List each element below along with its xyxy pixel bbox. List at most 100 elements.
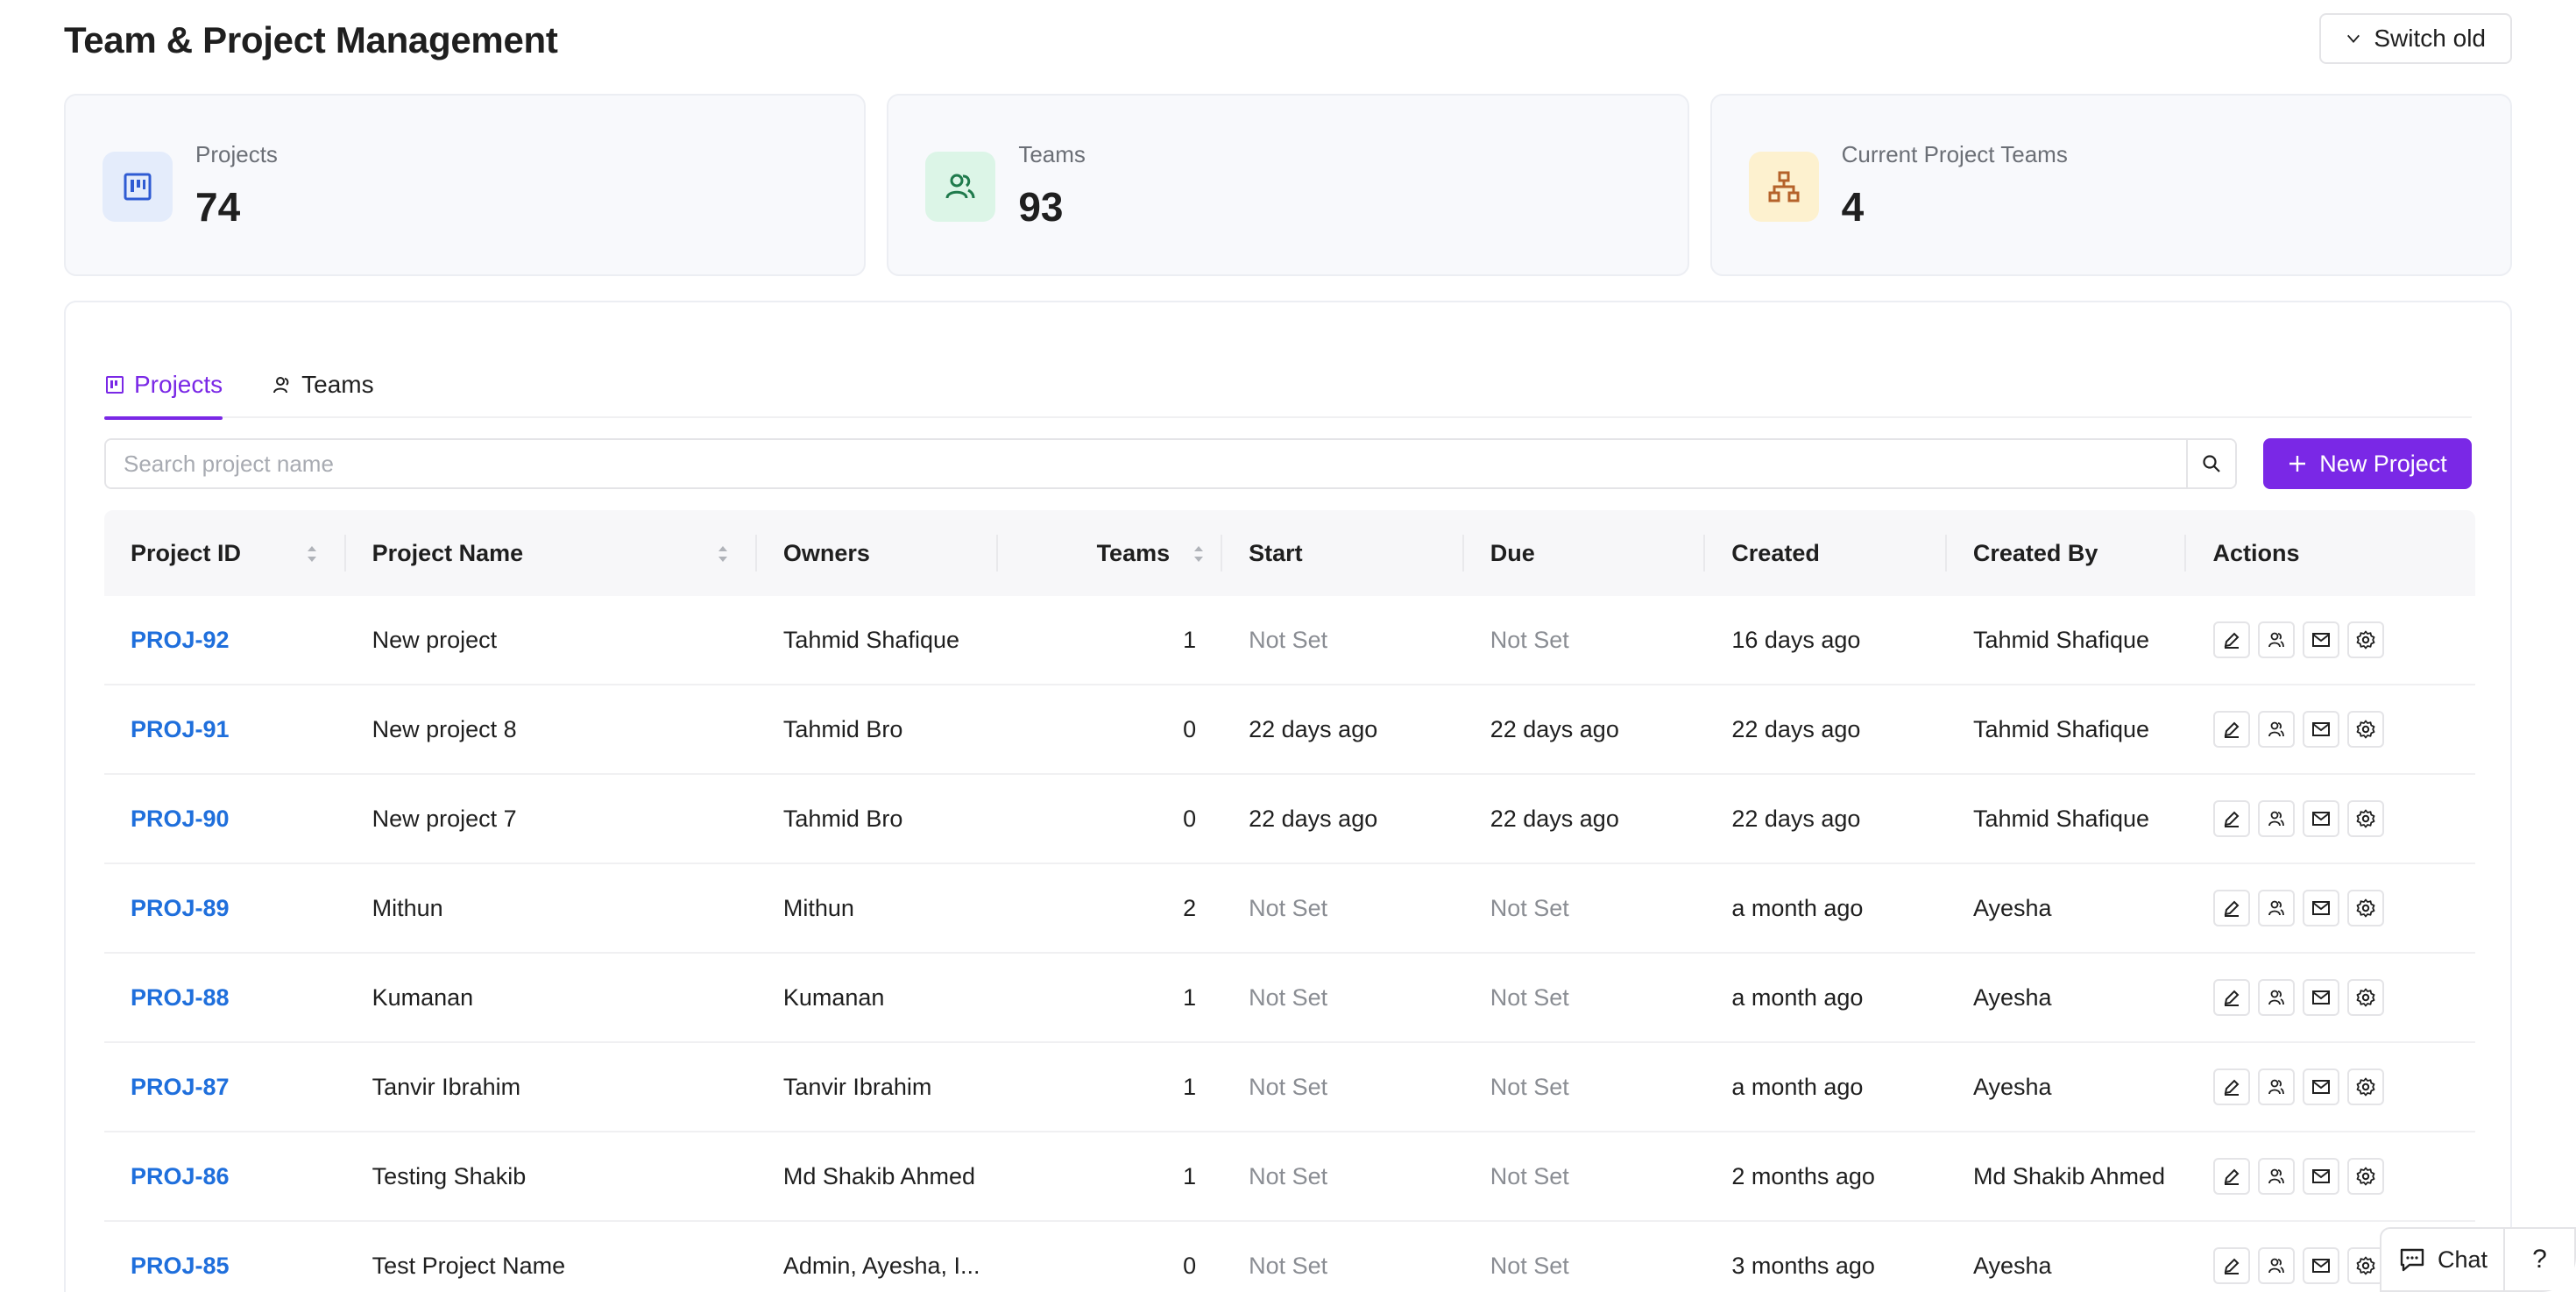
edit-button[interactable] <box>2212 979 2250 1016</box>
new-project-button[interactable]: New Project <box>2263 438 2472 489</box>
project-id-link[interactable]: PROJ-87 <box>104 1074 346 1101</box>
settings-icon <box>2355 1166 2376 1187</box>
project-id-link[interactable]: PROJ-92 <box>104 627 346 654</box>
settings-button[interactable] <box>2346 800 2384 837</box>
project-id-link[interactable]: PROJ-85 <box>104 1253 346 1280</box>
project-id-link[interactable]: PROJ-91 <box>104 716 346 743</box>
project-start: 22 days ago <box>1249 715 1378 742</box>
settings-button[interactable] <box>2346 1068 2384 1105</box>
mail-icon <box>2311 630 2332 650</box>
row-actions <box>2187 890 2476 926</box>
email-button[interactable] <box>2302 979 2339 1016</box>
users-icon <box>2267 988 2286 1007</box>
project-created: 22 days ago <box>1731 805 1861 832</box>
manage-teams-button[interactable] <box>2257 1158 2295 1195</box>
table-row: PROJ-85 Test Project Name Admin, Ayesha, I… <box>104 1222 2475 1292</box>
project-teams-count: 1 <box>1183 626 1197 653</box>
edit-button[interactable] <box>2212 1247 2250 1284</box>
switch-old-button[interactable]: Switch old <box>2319 13 2512 64</box>
mail-icon <box>2311 898 2332 918</box>
stat-label: Teams <box>1018 141 1086 167</box>
search-input[interactable] <box>106 440 2186 487</box>
project-created: a month ago <box>1731 894 1864 921</box>
column-header-created: Created <box>1705 510 1947 596</box>
settings-icon <box>2355 898 2376 919</box>
edit-icon <box>2222 1077 2241 1097</box>
settings-icon <box>2355 719 2376 740</box>
project-start: Not Set <box>1249 1073 1328 1100</box>
manage-teams-button[interactable] <box>2257 1247 2295 1284</box>
project-teams-count: 1 <box>1183 983 1197 1011</box>
settings-button[interactable] <box>2346 890 2384 926</box>
manage-teams-button[interactable] <box>2257 711 2295 748</box>
column-header-created-by: Created By <box>1947 510 2187 596</box>
email-button[interactable] <box>2302 621 2339 658</box>
email-button[interactable] <box>2302 1247 2339 1284</box>
project-id-link[interactable]: PROJ-89 <box>104 895 346 922</box>
help-button[interactable]: ? <box>2505 1245 2574 1274</box>
email-button[interactable] <box>2302 711 2339 748</box>
stat-card-teams: Teams 93 <box>887 94 1689 276</box>
settings-button[interactable] <box>2346 979 2384 1016</box>
manage-teams-button[interactable] <box>2257 979 2295 1016</box>
settings-button[interactable] <box>2346 1158 2384 1195</box>
tab-projects[interactable]: Projects <box>104 351 223 420</box>
row-actions <box>2187 621 2476 658</box>
column-label: Created By <box>1972 539 2098 566</box>
project-owners: Tahmid Bro <box>782 715 903 742</box>
projects-table: Project ID Project Name Owners Teams Sta… <box>104 510 2475 1292</box>
project-id-link[interactable]: PROJ-86 <box>104 1163 346 1190</box>
table-body: PROJ-92 New project Tahmid Shafique 1 Not Se… <box>104 596 2475 1292</box>
project-created: 16 days ago <box>1731 626 1861 653</box>
users-icon <box>2267 720 2286 739</box>
settings-button[interactable] <box>2346 621 2384 658</box>
manage-teams-button[interactable] <box>2257 1068 2295 1105</box>
email-button[interactable] <box>2302 800 2339 837</box>
stat-value: 93 <box>1018 184 1064 230</box>
edit-button[interactable] <box>2212 890 2250 926</box>
search-button[interactable] <box>2186 440 2235 487</box>
edit-button[interactable] <box>2212 711 2250 748</box>
stats-row: Projects 74 Teams 93 Current Project Tea… <box>64 94 2512 276</box>
column-header-teams[interactable]: Teams <box>998 510 1223 596</box>
email-button[interactable] <box>2302 1158 2339 1195</box>
project-teams-count: 1 <box>1183 1073 1197 1100</box>
edit-button[interactable] <box>2212 800 2250 837</box>
email-button[interactable] <box>2302 890 2339 926</box>
edit-button[interactable] <box>2212 1068 2250 1105</box>
tab-teams[interactable]: Teams <box>272 351 374 418</box>
project-created-by: Tahmid Shafique <box>1972 805 2150 832</box>
chat-button[interactable]: Chat <box>2381 1229 2506 1290</box>
edit-icon <box>2222 1167 2241 1186</box>
page-title: Team & Project Management <box>64 19 558 60</box>
edit-button[interactable] <box>2212 621 2250 658</box>
edit-button[interactable] <box>2212 1158 2250 1195</box>
mail-icon <box>2311 1167 2332 1186</box>
table-row: PROJ-88 Kumanan Kumanan 1 Not Set Not Set a mo… <box>104 954 2475 1043</box>
project-name: Tanvir Ibrahim <box>372 1073 521 1100</box>
settings-button[interactable] <box>2346 1247 2384 1284</box>
project-owners: Md Shakib Ahmed <box>782 1162 975 1189</box>
column-label: Created <box>1731 539 1820 566</box>
project-name: New project 7 <box>372 805 517 832</box>
mail-icon <box>2311 988 2332 1007</box>
manage-teams-button[interactable] <box>2257 621 2295 658</box>
settings-button[interactable] <box>2346 711 2384 748</box>
email-button[interactable] <box>2302 1068 2339 1105</box>
column-label: Project Name <box>372 539 524 566</box>
manage-teams-button[interactable] <box>2257 890 2295 926</box>
tab-projects-label: Projects <box>134 371 223 398</box>
column-header-project-id[interactable]: Project ID <box>104 510 346 596</box>
manage-teams-button[interactable] <box>2257 800 2295 837</box>
kanban-icon <box>103 152 173 222</box>
tab-teams-label: Teams <box>301 371 374 398</box>
stat-value: 4 <box>1841 184 1865 230</box>
project-id-link[interactable]: PROJ-90 <box>104 806 346 833</box>
column-header-project-name[interactable]: Project Name <box>346 510 757 596</box>
chat-label: Chat <box>2438 1246 2488 1273</box>
users-icon <box>273 377 289 394</box>
row-actions <box>2187 711 2476 748</box>
project-start: Not Set <box>1249 1252 1328 1279</box>
project-id-link[interactable]: PROJ-88 <box>104 984 346 1012</box>
settings-icon <box>2355 1076 2376 1097</box>
